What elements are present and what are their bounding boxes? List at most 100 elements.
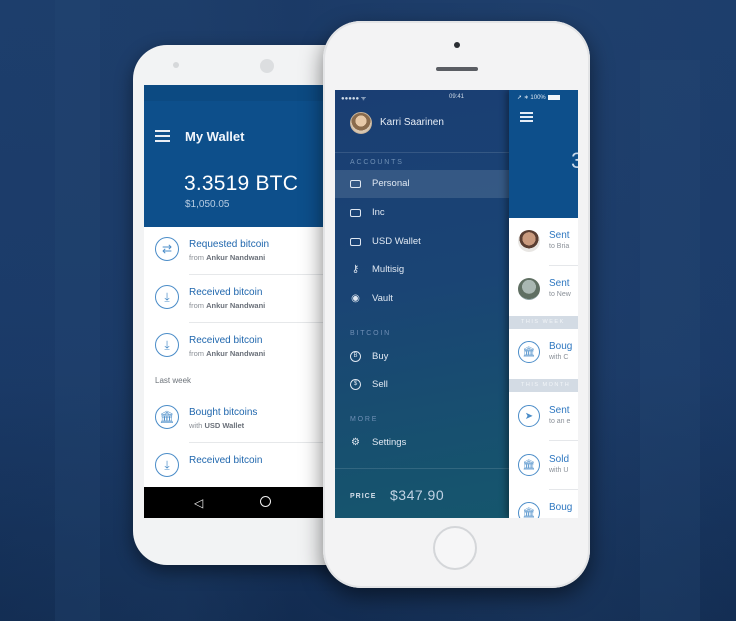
bank-icon: 🏛 [518, 341, 540, 363]
divider [335, 468, 509, 469]
transaction-row[interactable]: 🏛 Bought bitcoins with USD Wallet +0 [144, 395, 334, 443]
iphone: ●●●●● ᯤ 09:41 Karri Saarinen ACCOUNTS Pe… [323, 21, 590, 588]
bank-icon: 🏛 [155, 405, 179, 429]
status-bar [144, 85, 334, 101]
drawer-item-sell[interactable]: $ Sell [335, 371, 509, 399]
drawer-item-usd-wallet[interactable]: USD Wallet [335, 228, 509, 256]
balance-usd: $1,050.05 [185, 199, 230, 210]
background-building [55, 0, 100, 621]
section-label-accounts: ACCOUNTS [350, 159, 404, 166]
android-nav-bar: ◁ [144, 487, 334, 518]
drawer-item-vault[interactable]: ◉ Vault [335, 285, 509, 313]
transaction-subtitle: with USD Wallet [189, 421, 245, 430]
phone-speaker [436, 67, 478, 71]
back-icon[interactable]: ◁ [194, 496, 203, 510]
sell-icon: $ [350, 379, 361, 390]
drawer-item-settings[interactable]: ⚙ Settings [335, 429, 509, 457]
transaction-row[interactable]: ➤ Sent to an e [509, 393, 578, 441]
transaction-row[interactable]: 🏛 Boug with C [509, 329, 578, 377]
drawer-item-label: Settings [372, 437, 407, 448]
transaction-row[interactable]: ⤓ Received bitcoin from Ankur Nandwani [144, 323, 334, 371]
iphone-screen: ●●●●● ᯤ 09:41 Karri Saarinen ACCOUNTS Pe… [335, 90, 578, 518]
user-profile[interactable]: Karri Saarinen [335, 108, 509, 153]
bank-icon: 🏛 [518, 454, 540, 476]
price-value: $347.90 [390, 487, 445, 503]
drawer-item-label: Personal [372, 178, 410, 189]
transaction-subtitle: with U [549, 467, 569, 474]
receive-icon: ⤓ [155, 285, 179, 309]
drawer-item-personal[interactable]: Personal [335, 170, 509, 198]
transaction-subtitle: from Ankur Nandwani [189, 253, 266, 262]
home-button[interactable] [433, 526, 477, 570]
transaction-title: Boug [549, 502, 573, 513]
transaction-row[interactable]: ⤓ Received bitcoin [144, 443, 334, 491]
transaction-title: Requested bitcoin [189, 239, 270, 250]
transaction-row[interactable]: ⇄ Requested bitcoin from Ankur Nandwani [144, 227, 334, 275]
transaction-subtitle: with C [549, 354, 569, 361]
section-label-bitcoin: BITCOIN [350, 330, 391, 337]
drawer-item-inc[interactable]: Inc [335, 199, 509, 227]
vault-icon: ◉ [351, 293, 360, 304]
drawer-item-label: Sell [372, 379, 388, 390]
transaction-list: ⇄ Requested bitcoin from Ankur Nandwani … [144, 227, 334, 491]
main-screen-peek[interactable]: ➚ ∗ 100% 3 Sent to Bria Sent to New THIS… [509, 90, 578, 518]
multisig-icon: ⚷ [351, 264, 360, 275]
transaction-row[interactable]: Sent to New [509, 266, 578, 314]
battery-icon [547, 94, 560, 100]
price-label: PRICE [350, 493, 377, 500]
transaction-title: Sent [549, 230, 570, 241]
hamburger-menu-icon[interactable] [155, 130, 170, 145]
balance-btc: 3.3519 BTC [184, 172, 299, 195]
phone-camera [260, 59, 274, 73]
page-title: My Wallet [185, 129, 245, 144]
transaction-title: Boug [549, 341, 573, 352]
balance-glimpse: 3 [571, 148, 578, 173]
wallet-header: My Wallet 3.3519 BTC $1,050.05 [144, 101, 334, 227]
transaction-subtitle: to Bria [549, 243, 570, 250]
hamburger-menu-icon[interactable] [520, 112, 533, 124]
transaction-title: Sent [549, 405, 570, 416]
signal-icon: ●●●●● ᯤ [341, 96, 367, 102]
transaction-title: Sold [549, 454, 570, 465]
exchange-icon: ⇄ [155, 237, 179, 261]
transaction-title: Sent [549, 278, 570, 289]
drawer-item-label: Buy [372, 351, 389, 362]
transaction-row[interactable]: 🏛 Boug [509, 490, 578, 518]
transaction-subtitle: from Ankur Nandwani [189, 349, 266, 358]
transaction-title: Received bitcoin [189, 287, 263, 298]
drawer-item-buy[interactable]: B Buy [335, 343, 509, 371]
receive-icon: ⤓ [155, 453, 179, 477]
phone-camera [454, 42, 460, 48]
transaction-title: Received bitcoin [189, 335, 263, 346]
gear-icon: ⚙ [351, 437, 360, 448]
bank-icon: 🏛 [518, 502, 540, 518]
navigation-drawer: ●●●●● ᯤ 09:41 Karri Saarinen ACCOUNTS Pe… [335, 90, 509, 518]
buy-icon: B [350, 351, 361, 362]
receive-icon: ⤓ [155, 333, 179, 357]
status-right: ➚ ∗ 100% [517, 94, 560, 101]
transaction-row[interactable]: ⤓ Received bitcoin from Ankur Nandwani [144, 275, 334, 323]
phone-speaker [173, 62, 179, 68]
transaction-subtitle: to an e [549, 418, 571, 425]
section-header: Last week [155, 376, 192, 385]
wallet-icon [350, 209, 361, 217]
transaction-title: Received bitcoin [189, 455, 263, 466]
home-icon[interactable] [260, 496, 271, 507]
transaction-subtitle: to New [549, 291, 571, 298]
drawer-item-label: Multisig [372, 264, 405, 275]
status-bar: ●●●●● ᯤ 09:41 [341, 94, 509, 104]
status-time: 09:41 [449, 94, 465, 100]
section-header: THIS WEEK [509, 316, 578, 329]
transaction-subtitle: from Ankur Nandwani [189, 301, 266, 310]
avatar [518, 230, 540, 252]
send-icon: ➤ [518, 405, 540, 427]
android-screen: My Wallet 3.3519 BTC $1,050.05 ⇄ Request… [144, 85, 334, 517]
background-building [640, 60, 700, 621]
transaction-row[interactable]: Sent to Bria [509, 218, 578, 266]
transaction-row[interactable]: 🏛 Sold with U [509, 442, 578, 490]
drawer-item-label: USD Wallet [372, 236, 421, 247]
user-name: Karri Saarinen [380, 117, 444, 128]
drawer-item-multisig[interactable]: ⚷ Multisig [335, 256, 509, 284]
drawer-item-label: Inc [372, 207, 385, 218]
avatar [350, 112, 372, 134]
